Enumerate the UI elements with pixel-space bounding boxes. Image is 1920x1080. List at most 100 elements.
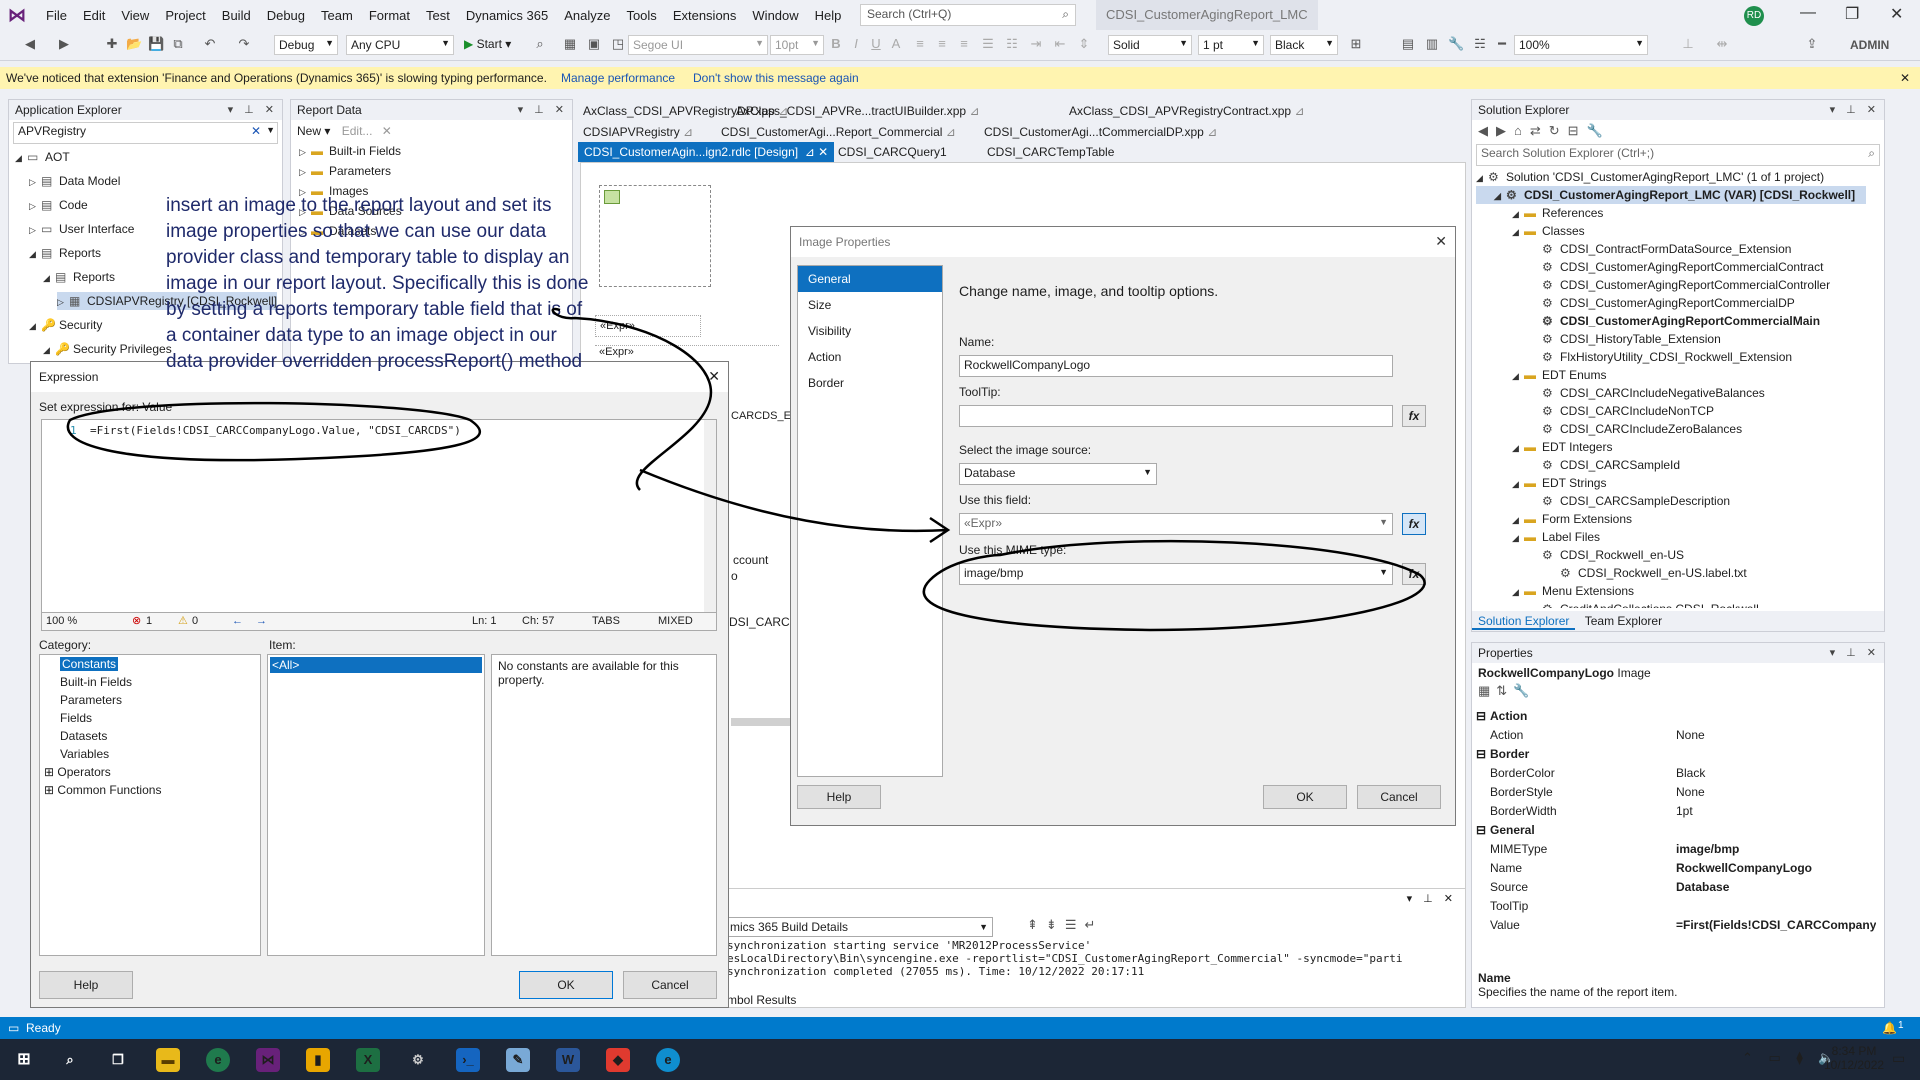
tree-item[interactable]: ▷ ▤ Data Model — [29, 172, 120, 190]
expander-icon[interactable]: ▷ — [29, 221, 41, 239]
expander-icon[interactable]: ◢ — [1512, 529, 1524, 547]
mime-expression-button[interactable]: fx — [1402, 563, 1426, 585]
solution-tree-item[interactable]: ⚙ CDSI_Rockwell_en-US — [1530, 546, 1684, 564]
wrench-icon[interactable]: 🔧 — [1448, 36, 1464, 52]
expression-textbox[interactable]: «Expr» — [595, 315, 701, 337]
configuration-select[interactable]: Debug ▼ — [274, 35, 338, 55]
error-count[interactable]: 1 — [146, 613, 152, 629]
search-input[interactable]: Search (Ctrl+Q) ⌕ — [860, 4, 1076, 26]
save-all-icon[interactable]: ⧉ — [170, 36, 186, 52]
cancel-button[interactable]: Cancel — [623, 971, 717, 999]
collapse-icon[interactable]: ⊟ — [1476, 821, 1486, 840]
avatar[interactable]: RD — [1744, 6, 1764, 26]
menu-item[interactable]: Help — [807, 8, 850, 23]
restore-icon[interactable]: ❐ — [1845, 4, 1859, 24]
solution-tree-item[interactable]: ◢ ▬ Menu Extensions — [1512, 582, 1634, 600]
indent-icon[interactable]: ⇥ — [1028, 36, 1044, 52]
tab-symbol-results[interactable]: mbol Results — [727, 993, 796, 1007]
mime-type-select[interactable]: image/bmp ▼ — [959, 563, 1393, 585]
tab-solution-explorer[interactable]: Solution Explorer — [1472, 614, 1576, 630]
spacing-icon[interactable]: ⇹ — [1714, 36, 1730, 52]
nav-item[interactable]: Action — [798, 344, 942, 370]
category-item[interactable]: ⊞ Operators — [40, 763, 260, 781]
tree-item[interactable]: ◢ ▤ Reports — [43, 268, 115, 286]
output-panel-buttons[interactable]: ▾ ⊥ ✕ — [1407, 892, 1457, 905]
tree-item[interactable]: ◢ 🔑 Security — [29, 316, 102, 334]
tree-item[interactable]: ▷ ▬ Parameters — [299, 162, 391, 180]
solution-tree-item[interactable]: ◢ ⚙ Solution 'CDSI_CustomerAgingReport_LMC… — [1476, 168, 1824, 186]
tab-team-explorer[interactable]: Team Explorer — [1579, 614, 1668, 628]
category-item[interactable]: Fields — [40, 709, 260, 727]
document-tab[interactable]: CDSI_CustomerAgi...tCommercialDP.xpp ⊿ — [984, 122, 1217, 142]
numbering-icon[interactable]: ☷ — [1004, 36, 1020, 52]
powershell-icon[interactable]: ›_ — [456, 1048, 480, 1072]
expander-icon[interactable]: ◢ — [1512, 205, 1524, 223]
menu-item[interactable]: Dynamics 365 — [458, 8, 556, 23]
power-bi-icon[interactable]: ▮ — [306, 1048, 330, 1072]
property-row[interactable]: ⊟ Action — [1472, 707, 1882, 726]
menu-item[interactable]: Extensions — [665, 8, 745, 23]
tree-item[interactable]: ▷ ▤ Code — [29, 196, 88, 214]
new-project-icon[interactable]: ✚ — [104, 36, 120, 52]
preview-icon[interactable]: ▣ — [586, 36, 602, 52]
forward-icon[interactable]: ▶ — [1496, 123, 1514, 138]
expander-icon[interactable]: ▷ — [57, 293, 69, 311]
collapse-icon[interactable]: ⊟ — [1568, 123, 1587, 138]
menu-item[interactable]: Tools — [618, 8, 664, 23]
underline-icon[interactable]: U — [868, 36, 884, 52]
solution-search-input[interactable]: Search Solution Explorer (Ctrl+;) ⌕ — [1476, 144, 1880, 166]
property-row[interactable]: Source Database — [1472, 878, 1882, 897]
document-tab[interactable]: CDSIAPVRegistry ⊿ — [583, 122, 693, 142]
solution-tree-item[interactable]: ◢ ▬ Label Files — [1512, 528, 1600, 546]
sync-icon[interactable]: ⇄ — [1530, 123, 1549, 138]
property-row[interactable]: Name RockwellCompanyLogo — [1472, 859, 1882, 878]
minimize-icon[interactable]: — — [1800, 4, 1816, 22]
solution-tree-item[interactable]: ⚙ CDSI_CARCIncludeNegativeBalances — [1530, 384, 1765, 402]
back-icon[interactable]: ◀ — [1478, 123, 1496, 138]
fill-icon[interactable]: ▤ — [1400, 36, 1416, 52]
categorized-icon[interactable]: ▦ — [1478, 683, 1496, 698]
live-share-icon[interactable]: ⇪ — [1804, 36, 1820, 52]
action-center-icon[interactable]: ▭ — [1892, 1050, 1905, 1067]
file-explorer-icon[interactable]: ▬ — [156, 1048, 180, 1072]
forward-icon[interactable]: ▶ — [56, 36, 72, 52]
expander-icon[interactable]: ◢ — [43, 269, 55, 287]
close-icon[interactable]: ✕ — [1890, 4, 1903, 24]
vertical-align-icon[interactable]: ⇕ — [1076, 36, 1092, 52]
prev-issue-icon[interactable]: ← — [232, 613, 243, 629]
solution-tree-item[interactable]: ⚙CreditAndCollections.CDSI_Rockwell — [1530, 600, 1759, 608]
pin-icon[interactable]: ⊿ — [1294, 104, 1304, 118]
field-expression-button[interactable]: fx — [1402, 513, 1426, 535]
solution-tree-item[interactable]: ⚙ CDSI_CustomerAgingReportCommercialContr… — [1530, 276, 1830, 294]
find-icon[interactable]: ⌕ — [532, 36, 548, 52]
edit-button[interactable]: Edit... — [342, 124, 373, 138]
cancel-button[interactable]: Cancel — [1357, 785, 1441, 809]
background-icon[interactable]: ▥ — [1424, 36, 1440, 52]
menu-item[interactable]: Format — [361, 8, 418, 23]
notifications-icon[interactable]: 🔔 — [1882, 1021, 1897, 1035]
align-center-icon[interactable]: ≡ — [934, 36, 950, 52]
pin-icon[interactable]: ⊿ — [683, 125, 693, 139]
category-item[interactable]: Datasets — [40, 727, 260, 745]
menu-item[interactable]: Project — [157, 8, 213, 23]
font-name-select[interactable]: Segoe UI ▼ — [628, 35, 768, 55]
solution-tree-item[interactable]: ⚙ CDSI_CARCSampleId — [1530, 456, 1680, 474]
solution-tree-item[interactable]: ⚙ CDSI_CARCSampleDescription — [1530, 492, 1730, 510]
solution-tree-item[interactable]: ◢ ▬ EDT Integers — [1512, 438, 1612, 456]
expression-editor[interactable]: 1 =First(Fields!CDSI_CARCCompanyLogo.Val… — [41, 419, 717, 613]
wrench-icon[interactable]: 🔧 — [1513, 683, 1535, 698]
menu-item[interactable]: Build — [214, 8, 259, 23]
expander-icon[interactable]: ▷ — [299, 163, 311, 181]
border-color-select[interactable]: Black ▼ — [1270, 35, 1338, 55]
menu-item[interactable]: Analyze — [556, 8, 618, 23]
start-button[interactable]: ▶ Start ▾ — [464, 37, 511, 51]
pin-icon[interactable]: ⊿ — [946, 125, 956, 139]
next-icon[interactable]: ⇟ — [1046, 917, 1065, 932]
admin-label[interactable]: ADMIN — [1850, 38, 1889, 52]
document-tab[interactable]: AxClass_CDSI_APVRegistryContract.xpp ⊿ — [1069, 101, 1305, 121]
expand-icon[interactable]: ⊞ — [44, 783, 54, 797]
expander-icon[interactable]: ◢ — [29, 317, 41, 335]
image-placeholder[interactable] — [599, 185, 711, 287]
menu-item[interactable]: File — [38, 8, 75, 23]
font-size-select[interactable]: 10pt ▼ — [770, 35, 824, 55]
